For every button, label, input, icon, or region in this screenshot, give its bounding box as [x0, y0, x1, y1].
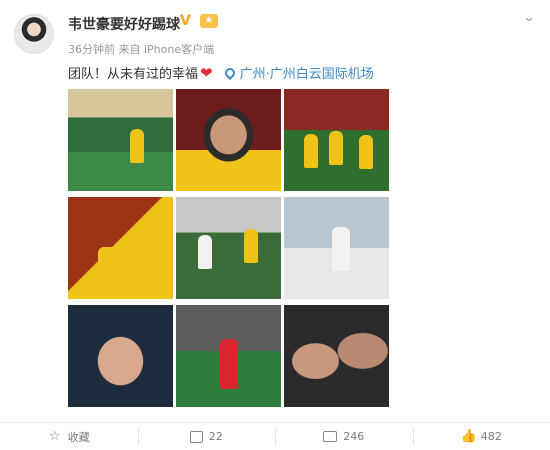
player-figure — [220, 339, 238, 389]
user-name[interactable]: 韦世豪要好好踢球 — [68, 14, 180, 34]
location-pin-icon — [222, 65, 237, 80]
location-link[interactable]: 广州·广州白云国际机场 — [222, 63, 374, 82]
post-image-4[interactable] — [68, 197, 173, 299]
thumbs-up-icon: 👍 — [460, 428, 477, 444]
fans-badge-icon[interactable]: ★ — [200, 14, 218, 28]
avatar[interactable] — [14, 14, 54, 54]
player-figure — [130, 129, 144, 163]
player-figure — [304, 134, 318, 168]
player-figure — [198, 235, 212, 269]
post-meta: 36分钟前 来自 iPhone客户端 — [68, 41, 214, 57]
post-text: 团队！从未有过的幸福 — [68, 67, 199, 82]
action-bar: ☆ 收藏 22 246 👍 482 — [0, 422, 550, 450]
favorite-button[interactable]: ☆ 收藏 — [0, 423, 138, 450]
post-image-7[interactable] — [68, 305, 173, 407]
verified-badge-icon: V — [180, 13, 191, 29]
repost-button[interactable]: 22 — [137, 423, 276, 450]
player-figure — [98, 247, 122, 299]
post-source: 来自 iPhone客户端 — [118, 43, 215, 56]
post-time[interactable]: 36分钟前 — [68, 43, 115, 56]
post-image-3[interactable] — [284, 89, 389, 191]
repost-count: 22 — [208, 430, 223, 443]
like-button[interactable]: 👍 482 — [412, 423, 550, 450]
player-figure — [332, 227, 350, 271]
post-image-2[interactable] — [176, 89, 281, 191]
post-image-1[interactable] — [68, 89, 173, 191]
star-icon: ☆ — [48, 428, 61, 444]
post-image-6[interactable] — [284, 197, 389, 299]
comment-icon — [323, 431, 338, 442]
post-image-8[interactable] — [176, 305, 281, 407]
weibo-post: 韦世豪要好好踢球 V ★ ⌄ 36分钟前 来自 iPhone客户端 团队！从未有… — [0, 0, 550, 450]
location-label: 广州·广州白云国际机场 — [239, 67, 374, 82]
player-figure — [359, 135, 373, 169]
post-image-5[interactable] — [176, 197, 281, 299]
post-content: 团队！从未有过的幸福 ❤ 广州·广州白云国际机场 — [68, 63, 374, 83]
chevron-down-icon[interactable]: ⌄ — [522, 10, 536, 24]
comment-button[interactable]: 246 — [275, 423, 413, 450]
player-figure — [244, 229, 258, 263]
post-image-9[interactable] — [284, 305, 389, 407]
image-grid — [68, 89, 390, 409]
heart-emoji-icon: ❤ — [200, 63, 213, 82]
comment-count: 246 — [343, 430, 365, 443]
favorite-label: 收藏 — [67, 430, 90, 444]
player-figure — [329, 131, 343, 165]
repost-icon — [189, 430, 203, 443]
like-count: 482 — [480, 430, 502, 443]
